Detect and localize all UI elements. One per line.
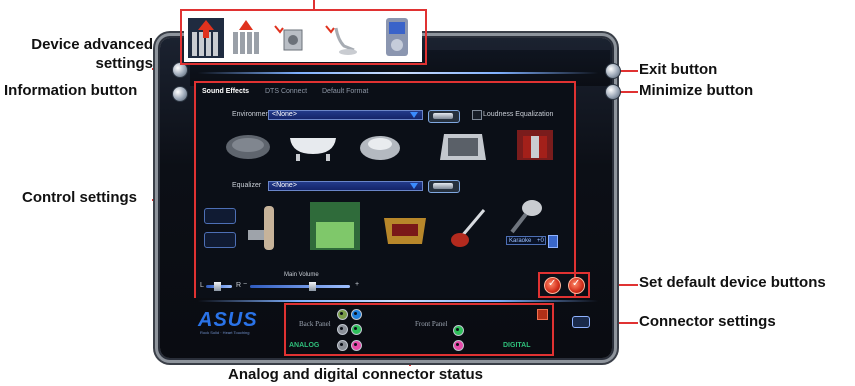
callout-exit-button: Exit button xyxy=(639,61,718,78)
microphone-device-tab[interactable] xyxy=(272,22,306,54)
callout-minimize-button: Minimize button xyxy=(639,82,754,99)
equalizer-toggle[interactable] xyxy=(428,180,460,193)
karaoke-spinner[interactable] xyxy=(548,235,558,248)
device-tabs xyxy=(184,14,422,62)
hangar-icon[interactable] xyxy=(440,130,486,160)
main-volume-knob[interactable] xyxy=(309,282,316,291)
pop-preset-icon[interactable] xyxy=(246,202,286,252)
digital-output-indicator xyxy=(537,309,548,320)
graphic-eq-button[interactable] xyxy=(204,232,236,248)
digital-label: DIGITAL xyxy=(503,342,531,349)
balance-right-label: R xyxy=(236,282,242,289)
main-volume-label: Main Volume xyxy=(284,272,319,278)
tab-default-format[interactable]: Default Format xyxy=(322,88,368,95)
club-preset-icon[interactable] xyxy=(382,208,428,246)
callout-line-connector-status xyxy=(409,357,411,366)
balance-left-label: L xyxy=(200,282,204,289)
callout-connector-settings: Connector settings xyxy=(639,313,776,330)
set-default-communication-device-button[interactable] xyxy=(568,277,585,294)
set-default-device-button[interactable] xyxy=(544,277,561,294)
volume-minus-label: − xyxy=(243,281,248,288)
callout-line-minimize xyxy=(618,91,638,93)
loudness-equalization-checkbox[interactable] xyxy=(472,110,482,120)
theater-icon[interactable] xyxy=(515,128,555,162)
karaoke-value: +0 xyxy=(537,238,544,244)
analog-label: ANALOG xyxy=(289,342,320,349)
speakers-device-tab[interactable] xyxy=(188,18,224,58)
arena-icon[interactable] xyxy=(358,130,402,162)
chevron-down-icon xyxy=(410,112,418,118)
equalizer-select[interactable]: <None> xyxy=(268,181,423,191)
connector-status-panel: Back Panel Front Panel ANALOG DIGITAL xyxy=(285,303,550,355)
front-jack-mic xyxy=(453,340,464,351)
callout-set-default-device-buttons: Set default device buttons xyxy=(639,274,826,291)
equalizer-value: <None> xyxy=(272,182,297,189)
stone-room-icon[interactable] xyxy=(224,133,272,161)
callout-line-exit xyxy=(618,70,638,72)
equalizer-label: Equalizer xyxy=(232,182,262,189)
back-panel-label: Back Panel xyxy=(299,320,331,328)
back-jack-side-out xyxy=(337,324,348,335)
callout-connector-status: Analog and digital connector status xyxy=(228,366,484,383)
back-jack-line-in xyxy=(337,309,348,320)
balance-slider-knob[interactable] xyxy=(214,282,221,291)
environment-toggle[interactable] xyxy=(428,110,460,123)
environment-value: <None> xyxy=(272,111,297,118)
guitar-eq-button[interactable] xyxy=(204,208,236,224)
back-jack-center-out xyxy=(351,324,362,335)
front-panel-label: Front Panel xyxy=(415,320,448,328)
line-in-device-tab[interactable] xyxy=(324,22,358,56)
callout-control-settings: Control settings xyxy=(22,189,137,206)
callout-information-button: Information button xyxy=(4,82,138,99)
bathroom-icon[interactable] xyxy=(288,130,338,162)
header-glow-line xyxy=(198,72,598,74)
tab-dts-connect[interactable]: DTS Connect xyxy=(265,88,307,95)
stereo-mix-device-tab[interactable] xyxy=(382,16,412,58)
live-concert-preset-icon[interactable] xyxy=(310,202,360,250)
information-button[interactable] xyxy=(172,86,188,102)
volume-plus-label: + xyxy=(355,281,360,288)
minimize-button[interactable] xyxy=(605,84,621,100)
rock-guitar-preset-icon[interactable] xyxy=(448,206,490,250)
back-jack-rear-out xyxy=(337,340,348,351)
karaoke-microphone-icon[interactable] xyxy=(506,198,546,234)
asus-tagline: Rock Solid · Heart Touching xyxy=(200,330,250,335)
back-jack-mic-in xyxy=(351,340,362,351)
front-jack-headphone xyxy=(453,325,464,336)
karaoke-field[interactable]: Karaoke +0 xyxy=(506,236,546,245)
loudness-equalization-label: Loudness Equalization xyxy=(483,111,554,118)
tab-sound-effects[interactable]: Sound Effects xyxy=(202,88,249,95)
karaoke-label: Karaoke xyxy=(509,238,532,244)
environment-select[interactable]: <None> xyxy=(268,110,423,120)
main-volume-slider[interactable] xyxy=(250,285,350,288)
connector-settings-button[interactable] xyxy=(572,316,590,328)
callout-device-advanced-settings: Device advanced settings xyxy=(31,36,153,72)
chevron-down-icon xyxy=(410,183,418,189)
digital-output-device-tab[interactable] xyxy=(230,20,264,56)
exit-button[interactable] xyxy=(605,63,621,79)
asus-logo: ASUS xyxy=(198,309,258,331)
environment-label: Environment xyxy=(232,111,272,118)
back-jack-front-out xyxy=(351,309,362,320)
footer-glow-line xyxy=(198,300,598,302)
